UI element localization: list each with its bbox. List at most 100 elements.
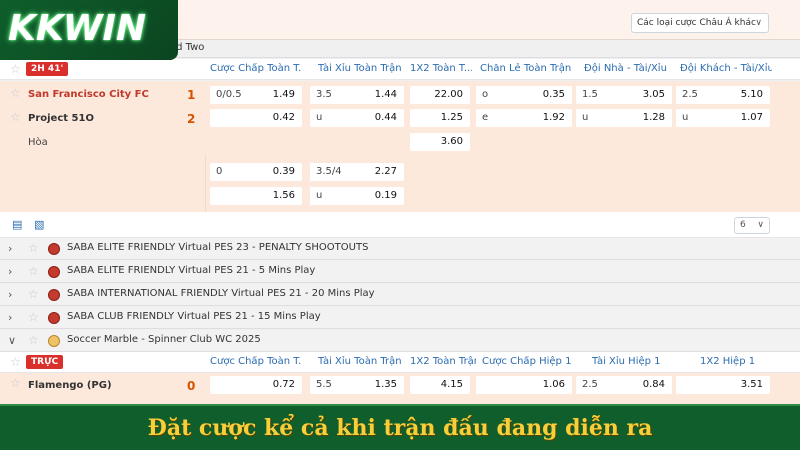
list-view-icon[interactable]: ▤: [12, 218, 22, 231]
star-icon[interactable]: ☆: [28, 241, 39, 255]
odds-value: 1.06: [542, 379, 565, 390]
col-header[interactable]: Cược Chấp Hiệp 1: [482, 356, 572, 367]
home-score: 1: [187, 88, 196, 102]
star-icon[interactable]: ☆: [10, 86, 21, 100]
league-item[interactable]: › ☆ SABA ELITE FRIENDLY Virtual PES 21 -…: [0, 261, 800, 283]
chevron-right-icon[interactable]: ›: [8, 311, 12, 324]
handicap: 3.5: [316, 89, 332, 100]
divider: [205, 155, 206, 212]
team-flag-icon: [48, 243, 60, 255]
col-header[interactable]: Chẵn Lẻ Toàn Trận: [480, 63, 572, 74]
live-time-badge: 2H 41': [26, 62, 69, 76]
odds-cell[interactable]: u 0.19: [310, 187, 404, 205]
col-header[interactable]: Tài Xỉu Hiệp 1: [592, 356, 672, 367]
odds-value: 0.84: [642, 379, 665, 390]
handicap: u: [316, 112, 323, 123]
star-icon[interactable]: ☆: [28, 287, 39, 301]
handicap: 5.5: [316, 379, 332, 390]
odds-cell[interactable]: 3.5 1.44: [310, 86, 404, 104]
home-score: 0: [187, 379, 196, 393]
odds-cell[interactable]: 22.00: [410, 86, 470, 104]
odds-value: 1.35: [374, 379, 397, 390]
col-header[interactable]: 1X2 Hiệp 1: [700, 356, 770, 367]
chevron-right-icon[interactable]: ›: [8, 265, 12, 278]
team-flag-icon: [48, 266, 60, 278]
market-header-2: ☆ TRỰC Cược Chấp Toàn T... Tài Xỉu Toàn …: [0, 352, 800, 373]
logo-text: KKWIN: [8, 8, 147, 49]
odds-cell[interactable]: 0.72: [210, 376, 302, 394]
star-icon[interactable]: ☆: [28, 310, 39, 324]
handicap: 3.5/4: [316, 166, 342, 177]
chevron-right-icon[interactable]: ›: [8, 242, 12, 255]
odds-value: 3.60: [440, 136, 463, 147]
league-name: SABA ELITE FRIENDLY Virtual PES 21 - 5 M…: [67, 265, 316, 276]
away-score: 2: [187, 112, 196, 126]
odds-value: 3.51: [740, 379, 763, 390]
star-icon[interactable]: ☆: [10, 376, 21, 390]
chevron-right-icon[interactable]: ›: [8, 288, 12, 301]
odds-cell[interactable]: 5.5 1.35: [310, 376, 404, 394]
odds-cell[interactable]: o 0.35: [476, 86, 572, 104]
star-icon[interactable]: ☆: [10, 355, 21, 369]
odds-cell[interactable]: 0 0.39: [210, 163, 302, 181]
handicap: 2.5: [682, 89, 698, 100]
handicap: o: [482, 89, 489, 100]
odds-cell[interactable]: e 1.92: [476, 109, 572, 127]
col-header[interactable]: 1X2 Toàn T...: [410, 63, 472, 74]
more-markets-count: 6: [740, 220, 746, 230]
col-header[interactable]: Tài Xỉu Toàn Trận: [318, 63, 404, 74]
odds-cell[interactable]: 2.5 5.10: [676, 86, 770, 104]
league-item[interactable]: › ☆ SABA CLUB FRIENDLY Virtual PES 21 - …: [0, 307, 800, 329]
handicap: 1.5: [582, 89, 598, 100]
odds-value: 0.35: [542, 89, 565, 100]
odds-cell[interactable]: 1.25: [410, 109, 470, 127]
league-item[interactable]: › ☆ SABA ELITE FRIENDLY Virtual PES 23 -…: [0, 238, 800, 260]
promo-banner: Đặt cược kể cả khi trận đấu đang diễn ra: [0, 404, 800, 450]
odds-cell[interactable]: 3.60: [410, 133, 470, 151]
league-name: SABA CLUB FRIENDLY Virtual PES 21 - 15 M…: [67, 311, 321, 322]
col-header[interactable]: Tài Xỉu Toàn Trận: [318, 356, 404, 367]
odds-cell[interactable]: 4.15: [410, 376, 470, 394]
star-icon[interactable]: ☆: [10, 110, 21, 124]
handicap: 2.5: [582, 379, 598, 390]
odds-cell[interactable]: 2.5 0.84: [576, 376, 672, 394]
match-toolbar: ▤ ▧ 6 ∨: [0, 212, 800, 238]
odds-cell[interactable]: u 1.07: [676, 109, 770, 127]
odds-type-select[interactable]: Các loại cược Châu Á khác ∨: [631, 13, 769, 33]
odds-cell[interactable]: 1.06: [476, 376, 572, 394]
home-team-name: San Francisco City FC: [28, 89, 149, 100]
odds-cell[interactable]: 0/0.5 1.49: [210, 86, 302, 104]
stats-chart-icon[interactable]: ▧: [34, 218, 44, 231]
chevron-down-icon: ∨: [757, 220, 764, 230]
odds-value: 0.19: [374, 190, 397, 201]
col-header[interactable]: Cược Chấp Toàn T...: [210, 356, 302, 367]
odds-cell[interactable]: 1.5 3.05: [576, 86, 672, 104]
col-header[interactable]: 1X2 Toàn Trận: [410, 356, 476, 367]
odds-cell[interactable]: 0.42: [210, 109, 302, 127]
col-header[interactable]: Đội Khách - Tài/Xỉu: [680, 63, 772, 74]
odds-cell[interactable]: 3.51: [676, 376, 770, 394]
chevron-down-icon[interactable]: ∨: [8, 334, 16, 347]
odds-cell[interactable]: u 1.28: [576, 109, 672, 127]
odds-cell[interactable]: 3.5/4 2.27: [310, 163, 404, 181]
league-item[interactable]: › ☆ SABA INTERNATIONAL FRIENDLY Virtual …: [0, 284, 800, 306]
star-icon[interactable]: ☆: [28, 264, 39, 278]
match-block-1: ☆ San Francisco City FC 1 ☆ Project 51O …: [0, 81, 800, 212]
more-markets-select[interactable]: 6 ∨: [734, 217, 770, 234]
odds-value: 1.25: [440, 112, 463, 123]
odds-value: 1.56: [272, 190, 295, 201]
star-icon[interactable]: ☆: [28, 333, 39, 347]
team-flag-icon: [48, 312, 60, 324]
handicap: 0/0.5: [216, 89, 242, 100]
chevron-down-icon: ∨: [755, 18, 762, 28]
col-header[interactable]: Cược Chấp Toàn T...: [210, 63, 302, 74]
league-item-expanded[interactable]: ∨ ☆ Soccer Marble - Spinner Club WC 2025: [0, 330, 800, 352]
league-name: SABA INTERNATIONAL FRIENDLY Virtual PES …: [67, 288, 375, 299]
star-icon[interactable]: ☆: [10, 62, 21, 76]
odds-value: 0.42: [272, 112, 295, 123]
match-block-2: ☆ Flamengo (PG) 0 0.72 5.5 1.35 4.15 1.06…: [0, 373, 800, 404]
odds-type-label: Các loại cược Châu Á khác: [637, 18, 756, 28]
col-header[interactable]: Đội Nhà - Tài/Xỉu: [584, 63, 674, 74]
odds-cell[interactable]: 1.56: [210, 187, 302, 205]
odds-cell[interactable]: u 0.44: [310, 109, 404, 127]
